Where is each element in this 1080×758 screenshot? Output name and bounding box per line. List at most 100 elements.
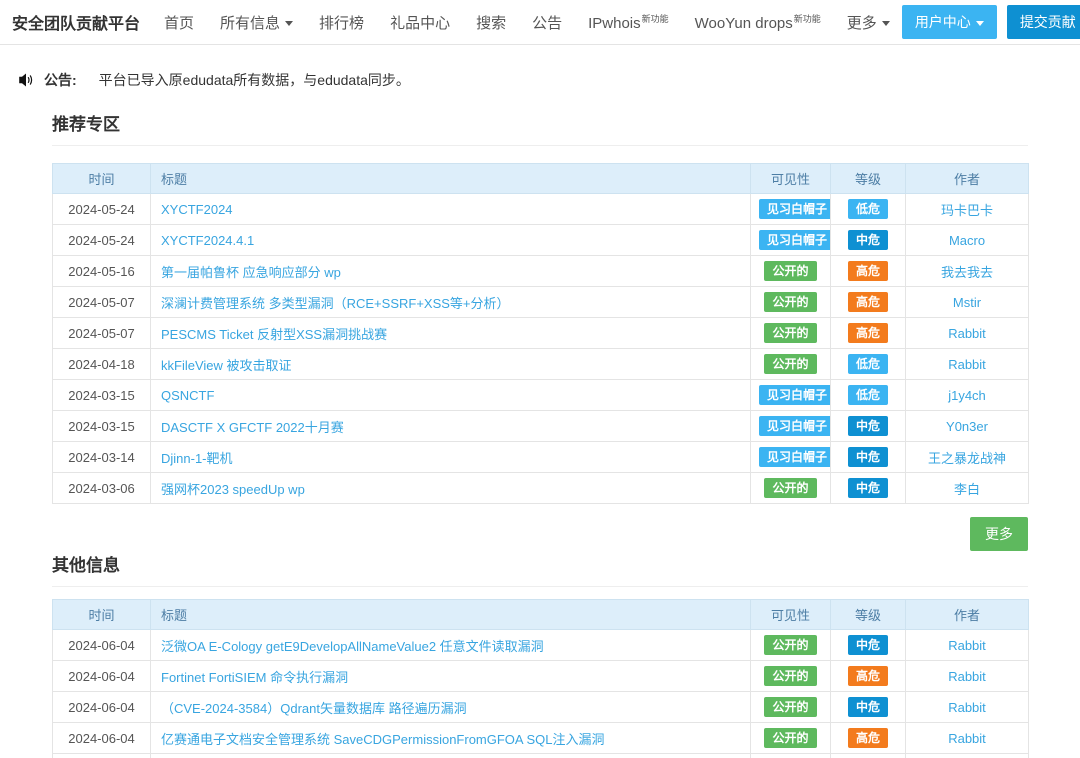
- table-row: 2024-03-15DASCTF X GFCTF 2022十月赛见习白帽子中危Y…: [53, 411, 1029, 442]
- col-header-time: 时间: [53, 600, 151, 630]
- visibility-badge: 见习白帽子: [759, 447, 831, 467]
- nav-item-6[interactable]: IPwhois新功能: [588, 12, 669, 32]
- col-header-title: 标题: [151, 600, 751, 630]
- user-center-button[interactable]: 用户中心: [902, 5, 997, 39]
- author-link[interactable]: 李白: [954, 482, 980, 497]
- chevron-down-icon: [882, 21, 890, 26]
- row-title-link[interactable]: Fortinet FortiSIEM 命令执行漏洞: [161, 670, 348, 685]
- author-link[interactable]: 我去我去: [941, 265, 993, 280]
- level-badge: 中危: [848, 416, 888, 436]
- visibility-badge: 公开的: [764, 728, 816, 748]
- author-link[interactable]: 玛卡巴卡: [941, 203, 993, 218]
- row-date: 2024-05-24: [53, 194, 151, 225]
- top-nav: 安全团队贡献平台 首页 所有信息 排行榜 礼品中心 搜索 公告 IPwhois新功能 WooY…: [0, 0, 1080, 45]
- row-title-link[interactable]: （CVE-2024-3584）Qdrant矢量数据库 路径遍历漏洞: [161, 701, 467, 716]
- row-date: 2024-06-04: [53, 692, 151, 723]
- empty-cell: [53, 754, 151, 758]
- row-title-link[interactable]: PESCMS Ticket 反射型XSS漏洞挑战赛: [161, 327, 387, 342]
- more-row: 更多: [52, 517, 1028, 551]
- author-link[interactable]: j1y4ch: [948, 388, 986, 403]
- author-link[interactable]: Rabbit: [948, 638, 986, 653]
- row-title-link[interactable]: 深澜计费管理系统 多类型漏洞（RCE+SSRF+XSS等+分析）: [161, 296, 510, 311]
- author-link[interactable]: Rabbit: [948, 731, 986, 746]
- author-link[interactable]: Macro: [949, 233, 985, 248]
- row-date: 2024-05-07: [53, 318, 151, 349]
- nav-item-5[interactable]: 公告: [532, 12, 562, 33]
- other-table: 时间 标题 可见性 等级 作者 2024-06-04 泛微OA E-Cology …: [52, 599, 1029, 758]
- row-title-link[interactable]: 强网杯2023 speedUp wp: [161, 482, 305, 497]
- nav-item-4[interactable]: 搜索: [476, 12, 506, 33]
- visibility-badge: 公开的: [764, 292, 816, 312]
- nav-menu: 首页 所有信息 排行榜 礼品中心 搜索 公告 IPwhois新功能 WooYun drops新…: [164, 12, 890, 33]
- new-feature-badge: 新功能: [794, 14, 821, 24]
- table-header-row: 时间 标题 可见性 等级 作者: [53, 600, 1029, 630]
- author-link[interactable]: Mstir: [953, 295, 981, 310]
- brand-logo[interactable]: 安全团队贡献平台: [12, 10, 140, 34]
- author-link[interactable]: Rabbit: [948, 357, 986, 372]
- row-title-link[interactable]: 亿赛通电子文档安全管理系统 SaveCDGPermissionFromGFOA …: [161, 732, 605, 747]
- other-table-body: 2024-06-04 泛微OA E-Cology getE9DevelopAllN…: [53, 630, 1029, 758]
- nav-item-7[interactable]: WooYun drops新功能: [695, 12, 821, 32]
- row-title-link[interactable]: 泛微OA E-Cology getE9DevelopAllNameValue2 …: [161, 639, 544, 654]
- row-date: 2024-03-15: [53, 380, 151, 411]
- new-feature-badge: 新功能: [642, 14, 669, 24]
- nav-item-label: 搜索: [476, 15, 506, 32]
- col-header-level: 等级: [831, 164, 906, 194]
- row-title-link[interactable]: XYCTF2024.4.1: [161, 233, 254, 248]
- visibility-badge: 公开的: [764, 635, 816, 655]
- level-badge: 中危: [848, 697, 888, 717]
- chevron-down-icon: [285, 21, 293, 26]
- author-link[interactable]: 王之暴龙战神: [928, 451, 1006, 466]
- table-row: 2024-03-15QSNCTF见习白帽子低危j1y4ch: [53, 380, 1029, 411]
- visibility-badge: 公开的: [764, 666, 816, 686]
- nav-item-label: 排行榜: [319, 15, 364, 32]
- author-link[interactable]: Rabbit: [948, 669, 986, 684]
- row-date: 2024-03-06: [53, 473, 151, 504]
- level-badge: 中危: [848, 478, 888, 498]
- table-row: 2024-05-07深澜计费管理系统 多类型漏洞（RCE+SSRF+XSS等+分…: [53, 287, 1029, 318]
- level-badge: 高危: [848, 323, 888, 343]
- row-title-link[interactable]: Djinn-1-靶机: [161, 451, 233, 466]
- visibility-badge: 见习白帽子: [759, 230, 831, 250]
- nav-buttons: 用户中心 提交贡献: [902, 5, 1080, 39]
- nav-item-label: 所有信息: [220, 15, 280, 32]
- row-date: 2024-05-24: [53, 225, 151, 256]
- row-date: 2024-06-04: [53, 661, 151, 692]
- visibility-badge: 公开的: [764, 697, 816, 717]
- row-title-link[interactable]: XYCTF2024: [161, 202, 233, 217]
- table-row: 2024-06-04Fortinet FortiSIEM 命令执行漏洞公开的高危…: [53, 661, 1029, 692]
- col-header-author: 作者: [906, 600, 1029, 630]
- table-row: 2024-04-18kkFileView 被攻击取证公开的低危Rabbit: [53, 349, 1029, 380]
- nav-item-8[interactable]: 更多: [847, 12, 890, 33]
- nav-item-2[interactable]: 排行榜: [319, 12, 364, 33]
- table-row: 2024-03-14Djinn-1-靶机见习白帽子中危王之暴龙战神: [53, 442, 1029, 473]
- announcement-bar: 公告: 平台已导入原edudata所有数据，与edudata同步。: [18, 70, 1080, 90]
- author-link[interactable]: Y0n3er: [946, 419, 988, 434]
- author-link[interactable]: Rabbit: [948, 326, 986, 341]
- visibility-badge: 公开的: [764, 478, 816, 498]
- table-row: 2024-05-16第一届帕鲁杯 应急响应部分 wp公开的高危我去我去: [53, 256, 1029, 287]
- chevron-down-icon: [976, 21, 984, 26]
- submit-contribution-button[interactable]: 提交贡献: [1007, 5, 1080, 39]
- divider: [52, 145, 1028, 146]
- table-header-row: 时间 标题 可见性 等级 作者: [53, 164, 1029, 194]
- visibility-badge: 见习白帽子: [759, 199, 831, 219]
- more-button[interactable]: 更多: [970, 517, 1028, 551]
- level-badge: 中危: [848, 447, 888, 467]
- nav-item-0[interactable]: 首页: [164, 12, 194, 33]
- nav-item-label: 公告: [532, 15, 562, 32]
- nav-item-1[interactable]: 所有信息: [220, 12, 293, 33]
- row-title-link[interactable]: kkFileView 被攻击取证: [161, 358, 292, 373]
- nav-item-3[interactable]: 礼品中心: [390, 12, 450, 33]
- col-header-author: 作者: [906, 164, 1029, 194]
- announcement-text: 平台已导入原edudata所有数据，与edudata同步。: [99, 70, 410, 90]
- row-title-link[interactable]: DASCTF X GFCTF 2022十月赛: [161, 420, 344, 435]
- row-title-link[interactable]: 第一届帕鲁杯 应急响应部分 wp: [161, 265, 341, 280]
- row-date: 2024-04-18: [53, 349, 151, 380]
- row-title-link[interactable]: QSNCTF: [161, 388, 214, 403]
- col-header-visibility: 可见性: [751, 164, 831, 194]
- col-header-time: 时间: [53, 164, 151, 194]
- author-link[interactable]: Rabbit: [948, 700, 986, 715]
- col-header-visibility: 可见性: [751, 600, 831, 630]
- row-date: 2024-06-04: [53, 630, 151, 661]
